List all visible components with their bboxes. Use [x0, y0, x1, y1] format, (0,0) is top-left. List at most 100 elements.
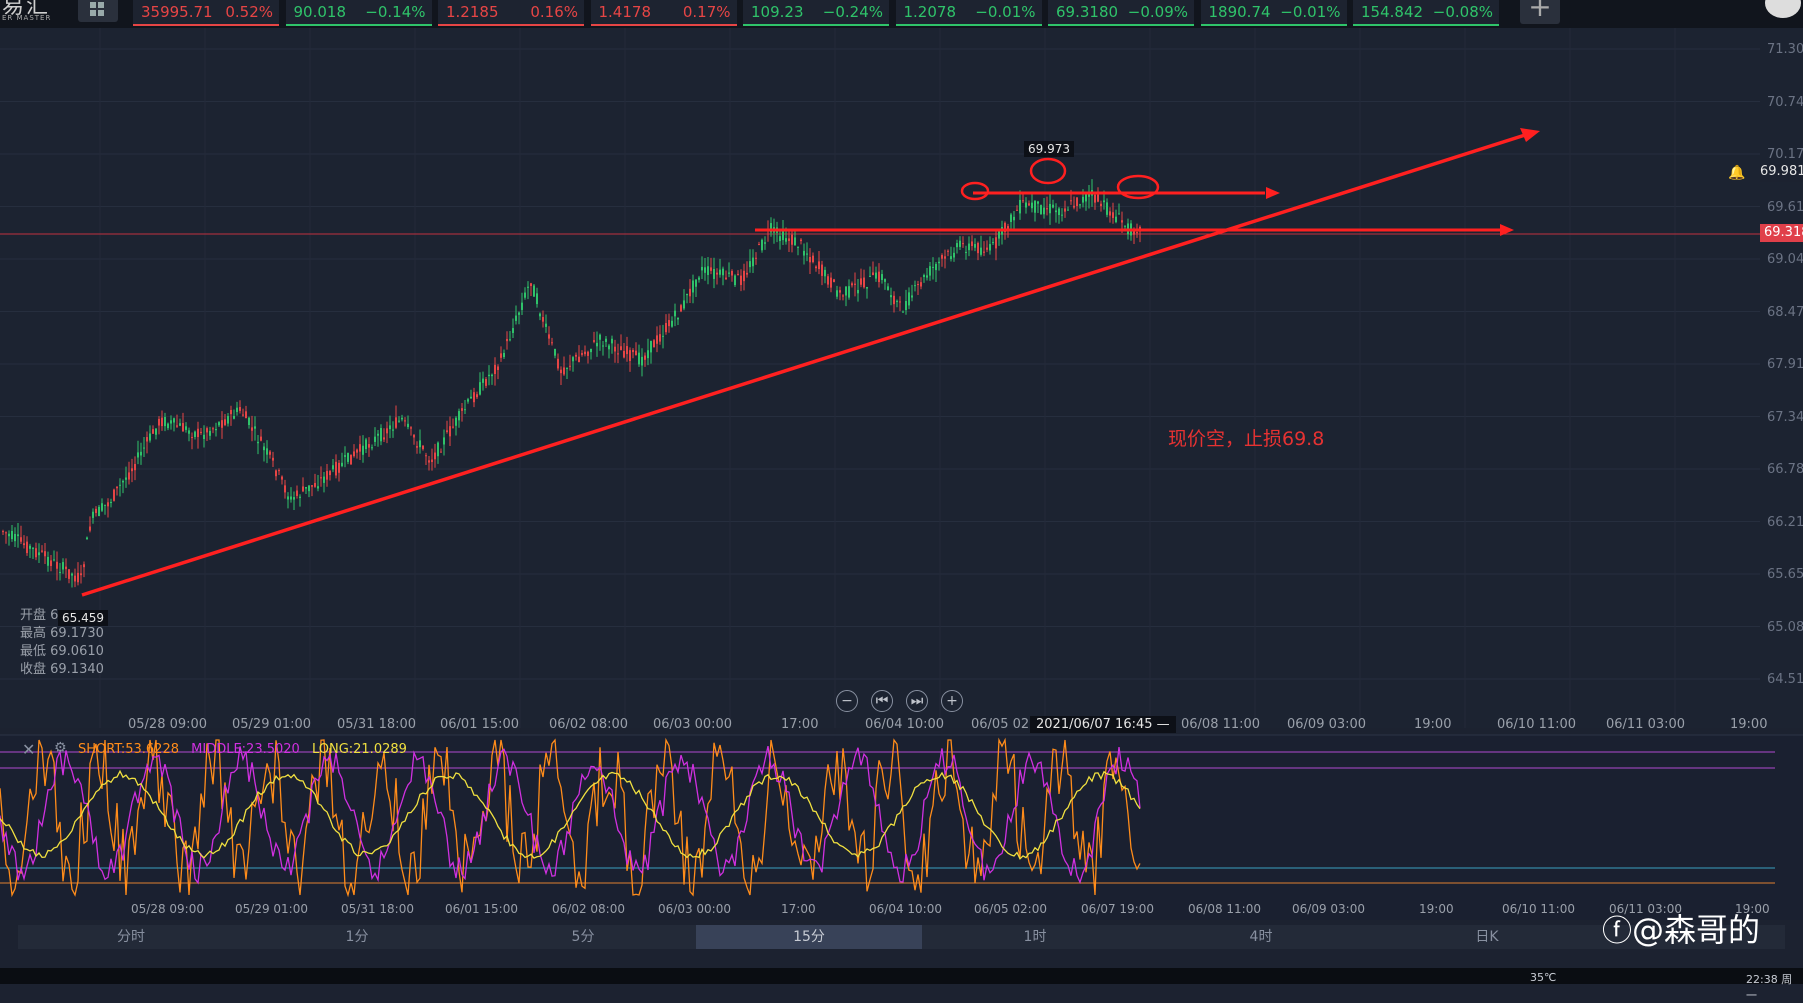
candle-body: [581, 353, 583, 355]
bell-icon[interactable]: 🔔: [1728, 165, 1745, 181]
x-tick-label: 05/28 09:00: [128, 717, 208, 732]
candle-body: [1061, 214, 1063, 216]
ticker-value: 69.3180: [1056, 3, 1119, 21]
candle-body: [380, 428, 382, 442]
timeframe-tab[interactable]: 日K: [1374, 925, 1600, 949]
forward-button[interactable]: ⏭: [906, 690, 928, 712]
ticker-change: −0.14%: [365, 3, 426, 21]
candle-body: [566, 367, 568, 369]
candle-body: [212, 428, 214, 430]
weibo-icon: ⓕ: [1602, 914, 1632, 949]
price-chart[interactable]: [0, 0, 1803, 984]
timeframe-tab[interactable]: 5分: [470, 925, 696, 949]
zoom-in-button[interactable]: +: [941, 690, 963, 712]
timeframe-tab[interactable]: 1时: [922, 925, 1148, 949]
candle-body: [83, 564, 85, 568]
candle-body: [47, 556, 49, 566]
candle-body: [698, 277, 700, 280]
logo-en: ER MASTER: [2, 14, 52, 22]
x-tick-label: 06/11 03:00: [1606, 717, 1686, 732]
indicator-x-tick-label: 06/08 11:00: [1188, 902, 1261, 916]
add-ticker-button[interactable]: +: [1520, 0, 1560, 24]
ticker-item[interactable]: 69.3180 −0.09%: [1048, 0, 1194, 26]
candle-body: [998, 231, 1000, 239]
candle-body: [158, 418, 160, 426]
y-tick-label: 70.17: [1767, 147, 1803, 162]
zoom-out-button[interactable]: −: [836, 690, 858, 712]
candle-body: [449, 426, 451, 437]
candle-body: [776, 227, 778, 233]
candle-body: [461, 408, 463, 411]
candle-body: [635, 350, 637, 356]
candle-body: [680, 305, 682, 312]
candle-body: [284, 485, 286, 493]
candle-body: [8, 533, 10, 537]
candle-body: [464, 409, 466, 411]
candle-body: [1037, 201, 1039, 204]
candle-body: [1070, 200, 1072, 202]
candle-body: [428, 460, 430, 463]
candle-body: [344, 455, 346, 457]
candle-body: [200, 431, 202, 433]
timeframe-tab[interactable]: 15分: [696, 925, 922, 949]
candle-body: [695, 279, 697, 287]
candle-body: [803, 250, 805, 256]
candle-body: [734, 275, 736, 286]
ticker-change: −0.01%: [1280, 3, 1341, 21]
timeframe-tab[interactable]: 4时: [1148, 925, 1374, 949]
candle-body: [842, 295, 844, 297]
timeframe-tab[interactable]: 1分: [244, 925, 470, 949]
candle-body: [41, 550, 43, 552]
candle-body: [1034, 200, 1036, 213]
candle-body: [551, 342, 553, 344]
y-tick-label: 64.51: [1767, 672, 1803, 687]
timeframe-tab[interactable]: 分时: [18, 925, 244, 949]
candle-body: [791, 234, 793, 245]
ticker-item[interactable]: 35995.71 0.52%: [133, 0, 279, 26]
ticker-item[interactable]: 1.4178 0.17%: [590, 0, 737, 26]
candle-body: [350, 454, 352, 465]
candle-body: [572, 357, 574, 362]
system-temp: 35℃: [1530, 971, 1557, 984]
ticker-item[interactable]: 90.018 −0.14%: [285, 0, 432, 26]
ticker-value: 1890.74: [1208, 3, 1271, 21]
candle-body: [440, 451, 442, 453]
candle-body: [5, 532, 7, 534]
candle-body: [422, 445, 424, 450]
ticker-item[interactable]: 109.23 −0.24%: [743, 0, 889, 26]
indicator-x-tick-label: 06/07 19:00: [1081, 902, 1154, 916]
avatar[interactable]: [1765, 0, 1801, 18]
candle-body: [233, 415, 235, 419]
candle-body: [206, 428, 208, 433]
candle-body: [1004, 222, 1006, 233]
candle-body: [971, 241, 973, 246]
candle-body: [728, 272, 730, 274]
indicator-x-tick-label: 06/01 15:00: [445, 902, 518, 916]
candle-body: [992, 242, 994, 244]
x-tick-label: 06/04 10:00: [865, 717, 945, 732]
grid-menu-button[interactable]: [78, 0, 118, 22]
candle-body: [938, 261, 940, 264]
candle-body: [125, 477, 127, 480]
candle-body: [1046, 208, 1048, 210]
candle-body: [1112, 212, 1114, 218]
candle-body: [755, 257, 757, 259]
y-tick-label: 70.74: [1767, 94, 1803, 110]
candle-body: [977, 242, 979, 254]
candle-body: [965, 251, 967, 253]
candle-body: [809, 256, 811, 263]
candle-body: [722, 268, 724, 276]
indicator-x-tick-label: 19:00: [1419, 902, 1454, 916]
ticker-item[interactable]: 1.2078 −0.01%: [895, 0, 1042, 26]
candle-body: [947, 250, 949, 252]
candle-body: [689, 288, 691, 297]
candle-body: [1100, 203, 1102, 207]
rewind-button[interactable]: ⏮: [871, 690, 893, 712]
ticker-item[interactable]: 1890.74 −0.01%: [1200, 0, 1347, 26]
candle-body: [224, 419, 226, 426]
candle-body: [788, 238, 790, 241]
ticker-item[interactable]: 154.842 −0.08%: [1353, 0, 1499, 26]
ticker-item[interactable]: 1.2185 0.16%: [438, 0, 584, 26]
candle-body: [104, 504, 106, 506]
indicator-x-tick-label: 06/02 08:00: [552, 902, 625, 916]
